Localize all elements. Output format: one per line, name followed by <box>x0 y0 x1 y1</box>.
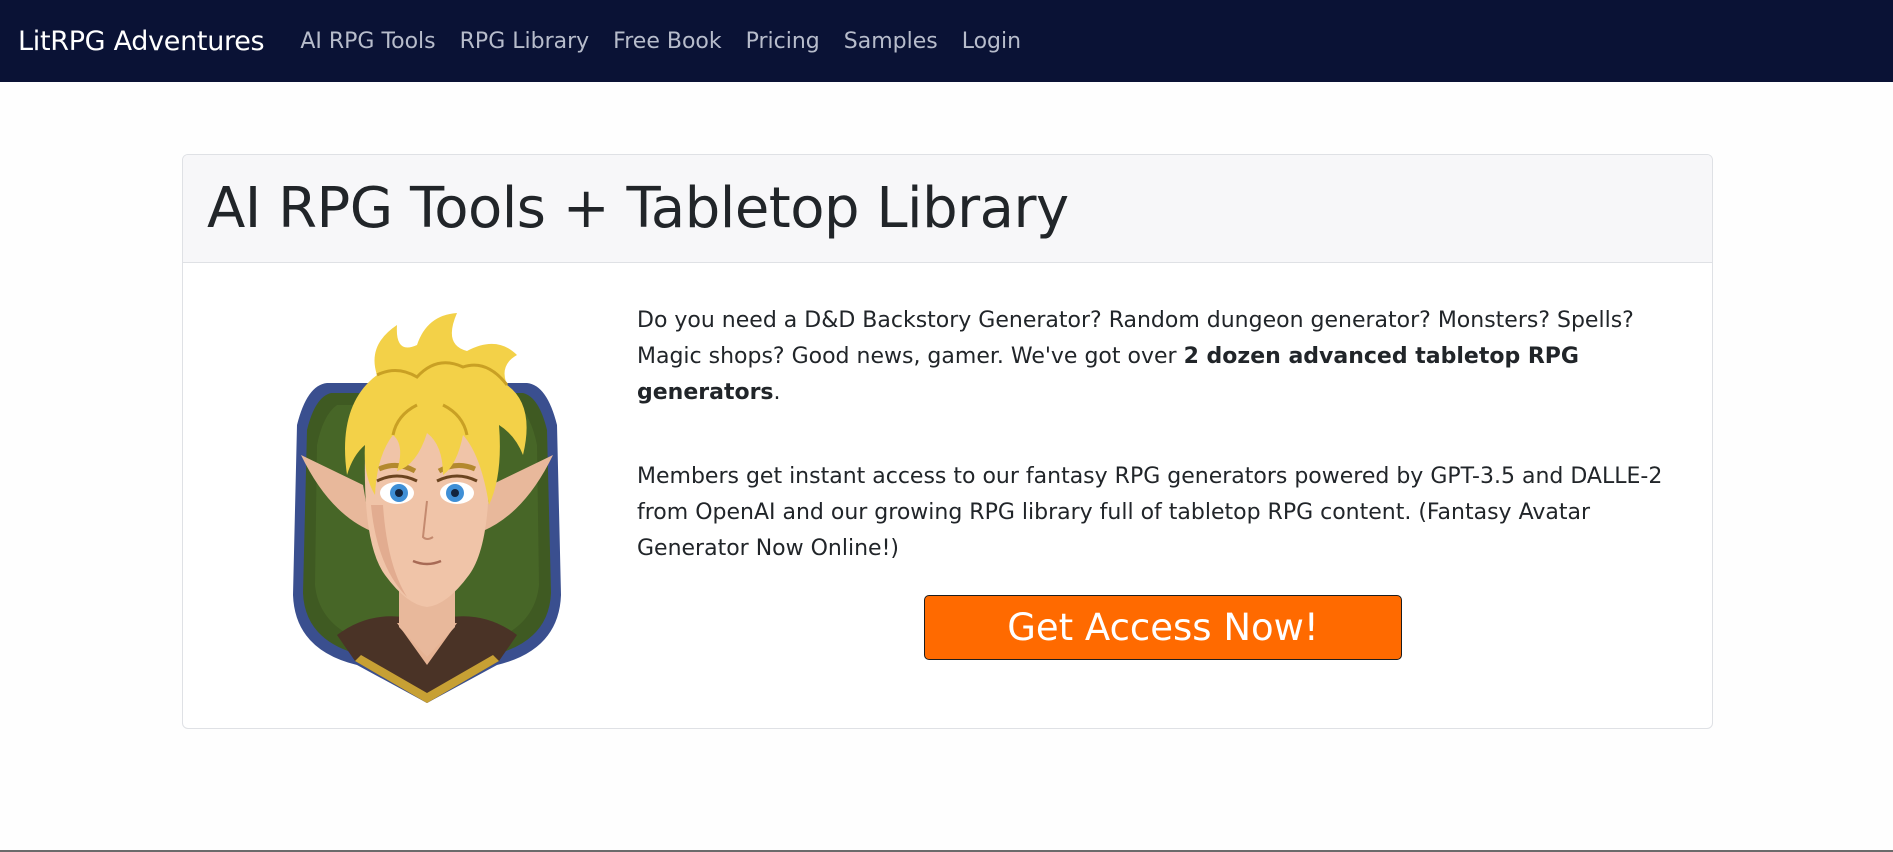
page-title: AI RPG Tools + Tabletop Library <box>207 176 1069 241</box>
nav-link-pricing[interactable]: Pricing <box>746 29 820 54</box>
brand-logo-link[interactable]: LitRPG Adventures <box>18 26 265 57</box>
hero-card-header: AI RPG Tools + Tabletop Library <box>183 155 1712 263</box>
top-navbar: LitRPG Adventures AI RPG Tools RPG Libra… <box>0 0 1893 82</box>
hero-description: Do you need a D&D Backstory Generator? R… <box>637 303 1687 615</box>
intro-period: . <box>773 380 781 405</box>
members-paragraph: Members get instant access to our fantas… <box>637 464 1663 561</box>
hero-card: AI RPG Tools + Tabletop Library Do you n… <box>182 154 1713 729</box>
nav-link-free-book[interactable]: Free Book <box>613 29 721 54</box>
nav-links: AI RPG Tools RPG Library Free Book Prici… <box>300 29 1045 54</box>
get-access-button[interactable]: Get Access Now! <box>924 595 1402 660</box>
nav-link-login[interactable]: Login <box>962 29 1021 54</box>
intro-paragraph: Do you need a D&D Backstory Generator? R… <box>637 303 1687 411</box>
nav-link-ai-rpg-tools[interactable]: AI RPG Tools <box>300 29 435 54</box>
nav-link-samples[interactable]: Samples <box>844 29 938 54</box>
nav-link-rpg-library[interactable]: RPG Library <box>460 29 590 54</box>
elf-avatar-image <box>293 313 561 703</box>
